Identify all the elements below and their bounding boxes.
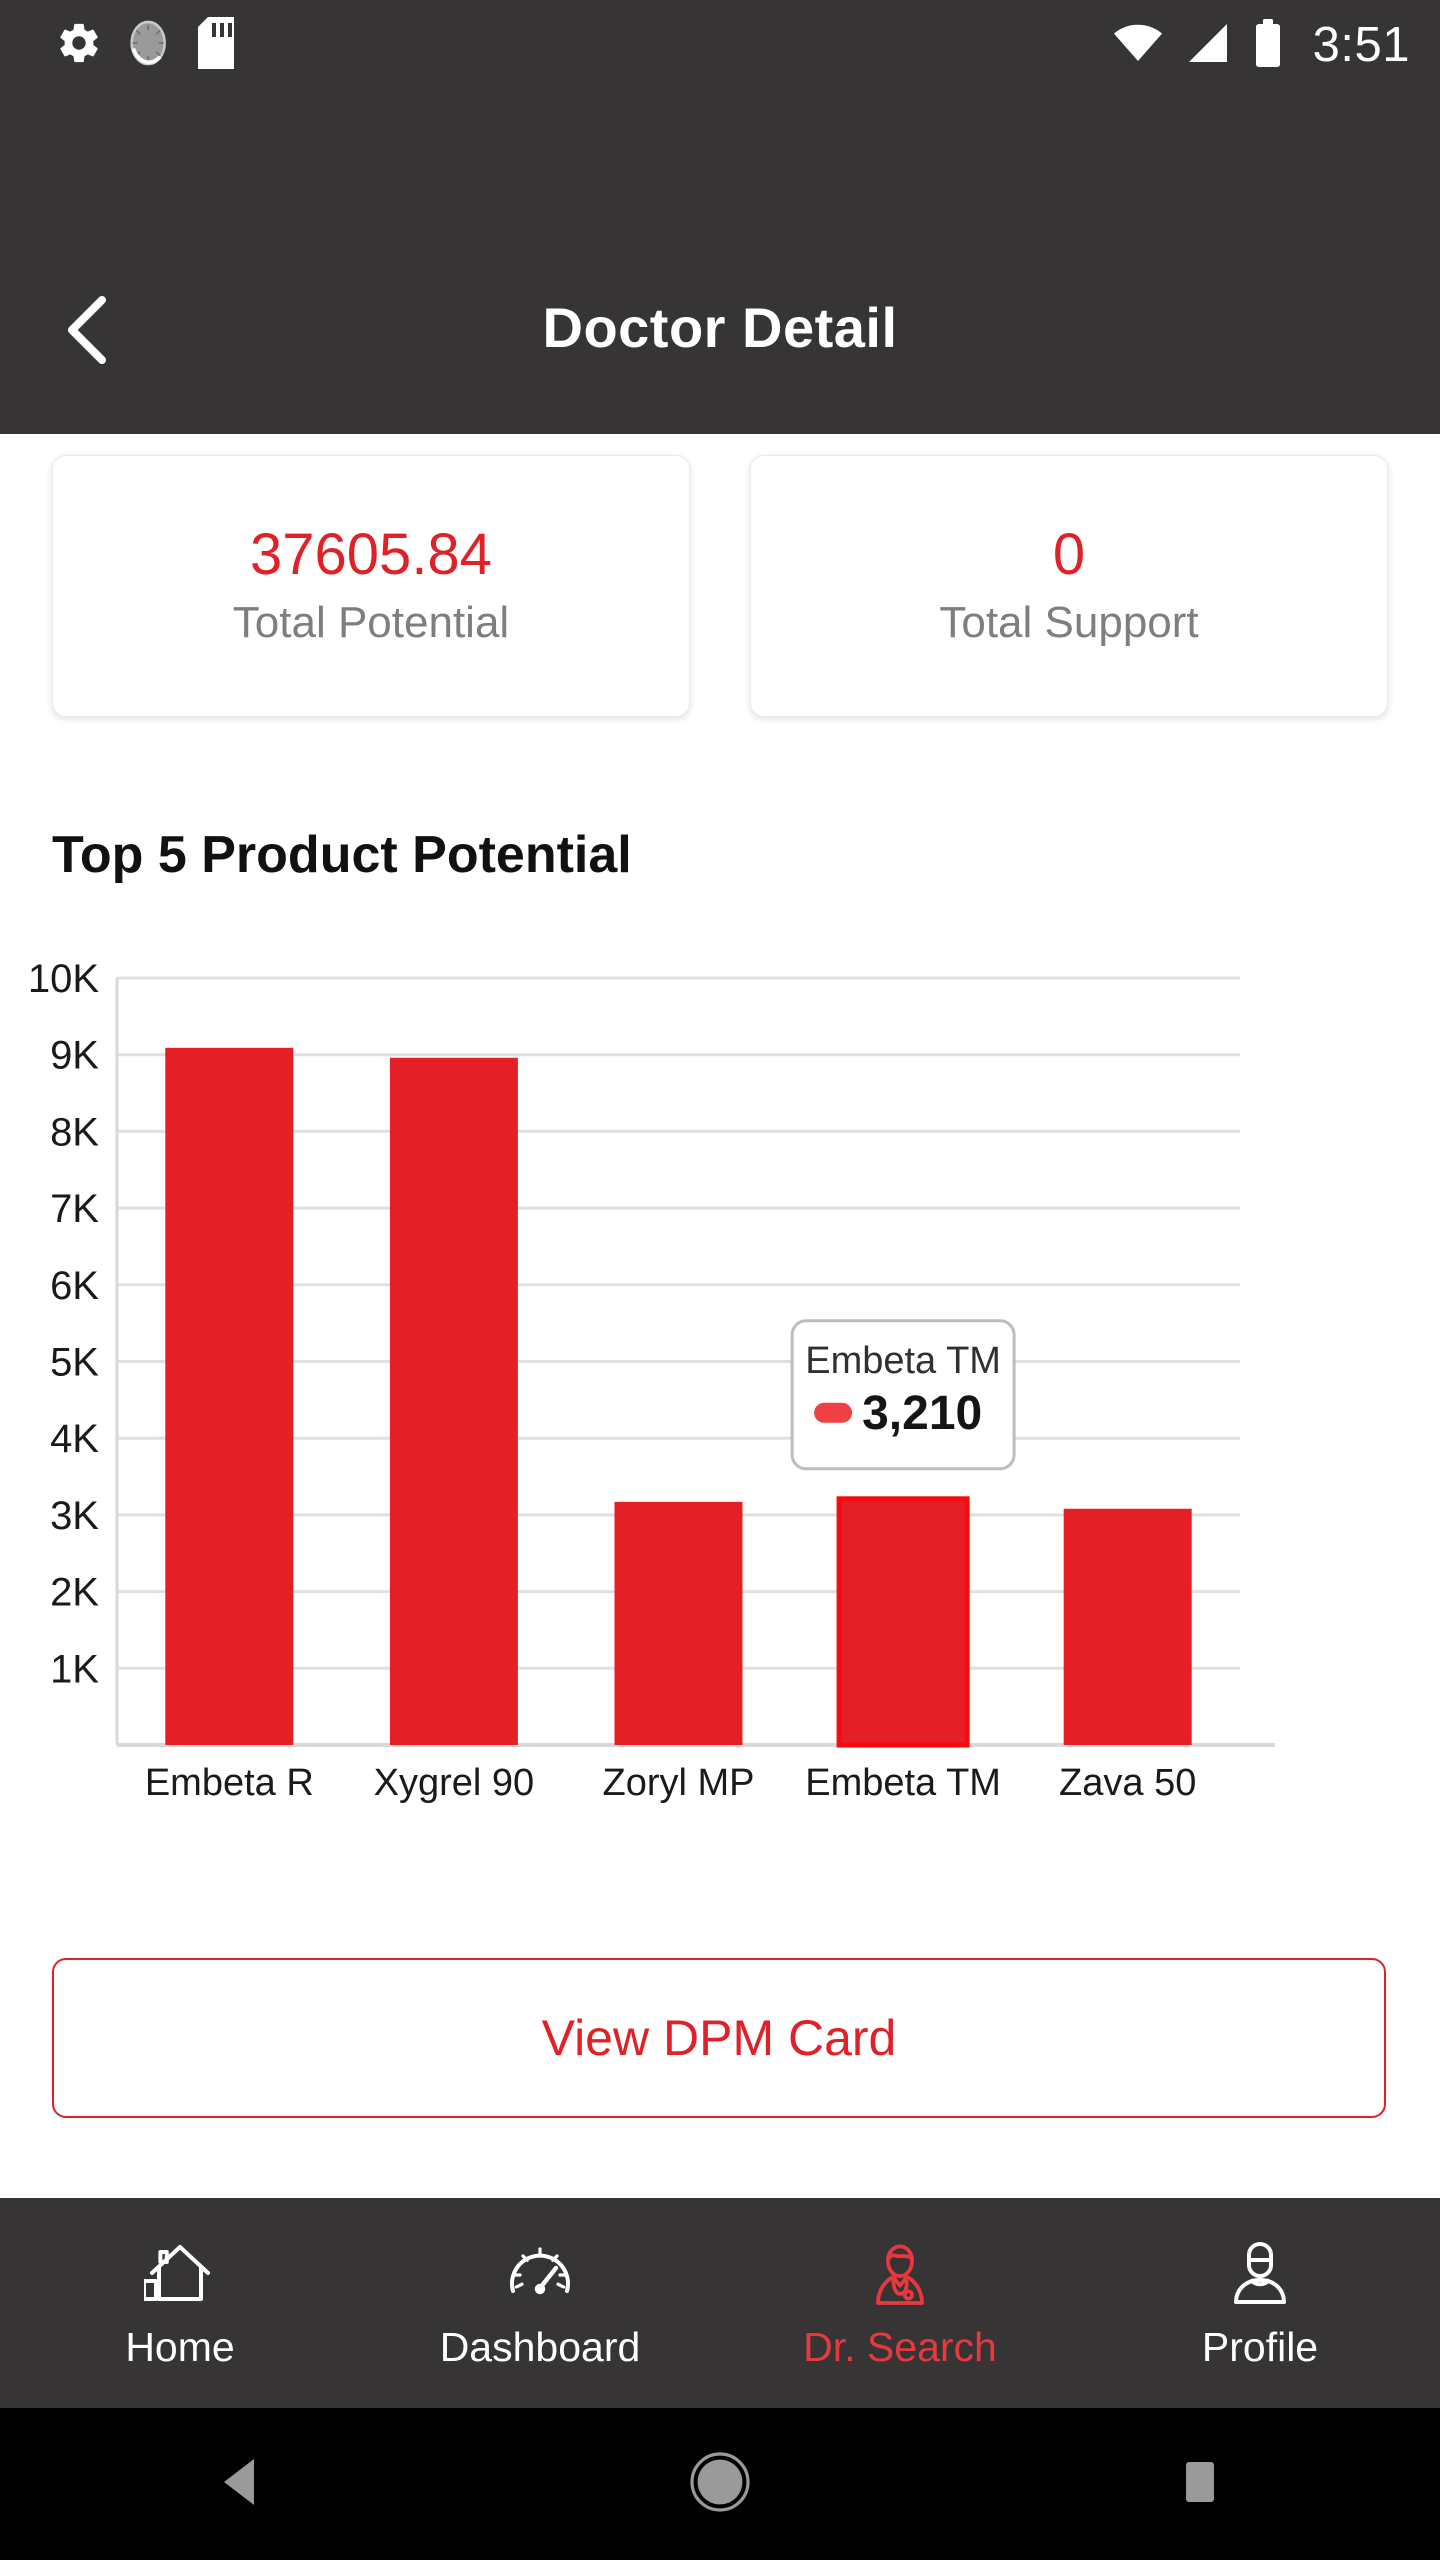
view-dpm-card-button[interactable]: View DPM Card [52,1958,1386,2118]
y-axis-tick-label: 5K [50,1341,99,1385]
x-axis-tick-label: Xygrel 90 [374,1762,535,1804]
android-back-icon [218,2456,262,2513]
status-bar-left-icons [56,16,234,74]
app-header: Doctor Detail [0,90,1440,434]
x-axis-tick-label: Zava 50 [1059,1762,1196,1804]
y-axis-tick-label: 7K [50,1187,99,1231]
home-icon [144,2239,216,2311]
bar-xygrel-90[interactable] [389,1057,518,1745]
wifi-icon [1113,24,1163,67]
y-axis-tick-label: 4K [50,1417,99,1461]
android-home-icon [689,2451,751,2518]
stat-label: Total Potential [232,598,510,648]
y-axis-tick-label: 6K [50,1264,99,1308]
status-bar-clock: 3:51 [1312,17,1410,72]
chart-tooltip: Embeta TM 3,210 [790,1319,1016,1471]
stat-card-total-support[interactable]: 0 Total Support [750,455,1388,717]
nav-item-profile[interactable]: Profile [1080,2198,1440,2408]
view-dpm-card-label: View DPM Card [541,2010,897,2066]
doctor-icon [864,2239,936,2311]
nav-item-dr-search[interactable]: Dr. Search [720,2198,1080,2408]
tooltip-label: Embeta TM [805,1340,1001,1382]
tooltip-value: 3,210 [862,1387,982,1440]
sd-card-icon [198,16,234,74]
stat-card-total-potential[interactable]: 37605.84 Total Potential [52,455,690,717]
nav-label: Dr. Search [803,2323,997,2370]
y-axis-tick-label: 8K [50,1110,99,1154]
android-recents-button[interactable] [1120,2408,1280,2560]
y-axis-tick-label: 1K [50,1647,99,1691]
cellular-signal-icon [1185,23,1231,68]
y-axis-tick-label: 9K [50,1034,99,1078]
y-axis-tick-label: 10K [28,957,99,1001]
chart-section-title: Top 5 Product Potential [52,826,632,884]
bottom-navigation: Home Dashboard Dr. Search Profile [0,2198,1440,2408]
nav-item-home[interactable]: Home [0,2198,360,2408]
bar-zava-50[interactable] [1063,1508,1192,1745]
tooltip-series-marker [814,1402,853,1423]
person-icon [1224,2239,1296,2311]
speedometer-icon [504,2239,576,2311]
android-recents-icon [1180,2459,1220,2510]
product-potential-chart[interactable]: 1K 2K 3K 4K 5K 6K 7K 8K 9K 10K Embeta R Xygrel 90 Zo… [0,930,1440,1810]
y-axis-tick-label: 2K [50,1571,99,1615]
android-home-button[interactable] [640,2408,800,2560]
battery-icon [1253,18,1283,72]
android-back-button[interactable] [160,2408,320,2560]
nav-label: Profile [1201,2323,1319,2370]
bar-embeta-r[interactable] [165,1047,294,1745]
status-bar: 3:51 [0,0,1440,90]
nav-label: Home [125,2323,235,2370]
bar-zoryl-mp[interactable] [614,1501,743,1745]
bar-chart-svg[interactable]: 1K 2K 3K 4K 5K 6K 7K 8K 9K 10K Embeta R Xygrel 90 Zo… [0,930,1440,1810]
stat-value: 37605.84 [250,522,492,588]
y-axis-tick-label: 3K [50,1494,99,1538]
stat-value: 0 [1052,522,1086,588]
nav-item-dashboard[interactable]: Dashboard [360,2198,720,2408]
stat-label: Total Support [939,598,1199,648]
page-title: Doctor Detail [542,296,898,359]
summary-cards: 37605.84 Total Potential 0 Total Support [0,455,1440,717]
x-axis-tick-label: Embeta TM [805,1762,1001,1804]
android-system-nav [0,2408,1440,2560]
sync-circle-icon [128,18,172,73]
nav-label: Dashboard [439,2323,641,2370]
bar-embeta-tm[interactable] [836,1496,970,1748]
x-axis-tick-label: Embeta R [145,1762,314,1804]
x-axis-tick-label: Zoryl MP [603,1762,755,1804]
status-bar-right-icons [1113,18,1283,72]
settings-gear-icon [56,20,102,71]
